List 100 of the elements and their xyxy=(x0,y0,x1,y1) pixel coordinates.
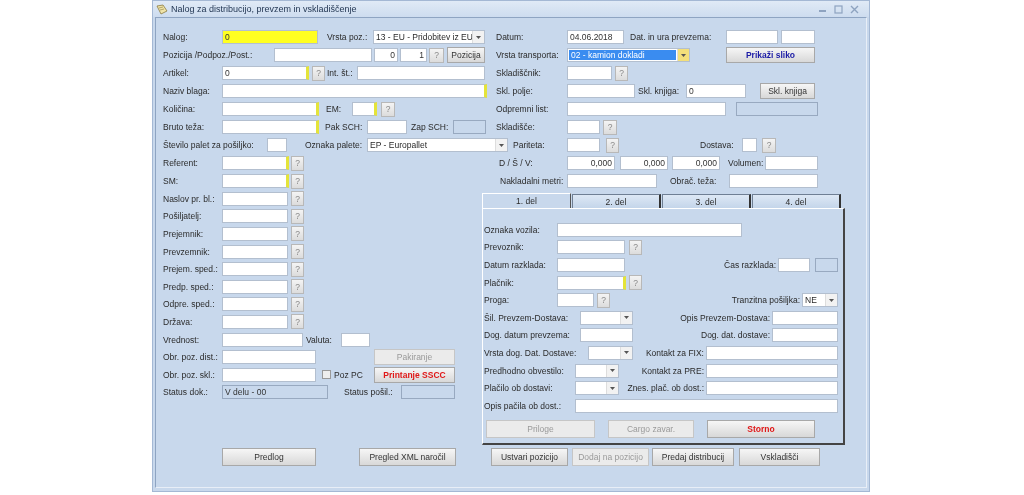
help-button[interactable]: ? xyxy=(291,279,304,295)
text-field[interactable] xyxy=(567,138,600,152)
dropdown-button[interactable] xyxy=(495,139,507,151)
tab[interactable]: 2. del xyxy=(572,194,661,208)
help-button[interactable]: ? xyxy=(291,173,304,189)
button[interactable]: Storno xyxy=(707,419,815,438)
text-field[interactable] xyxy=(706,381,838,396)
dropdown-button[interactable] xyxy=(472,31,484,43)
help-button[interactable]: ? xyxy=(615,65,628,81)
help-button[interactable]: ? xyxy=(291,191,304,207)
help-button[interactable]: ? xyxy=(629,239,642,255)
dropdown[interactable]: 13 - EU - Pridobitev iz EU xyxy=(373,30,485,44)
help-button[interactable]: ? xyxy=(603,119,617,135)
dropdown[interactable]: NE xyxy=(802,293,838,308)
text-field[interactable] xyxy=(772,310,838,325)
text-field[interactable] xyxy=(706,363,838,378)
text-field[interactable] xyxy=(222,209,288,224)
text-field[interactable] xyxy=(557,240,625,255)
dropdown-button[interactable] xyxy=(677,49,689,61)
button[interactable]: Pregled XML naročil xyxy=(359,447,456,466)
text-field[interactable] xyxy=(222,191,288,206)
dropdown-button[interactable] xyxy=(606,364,618,377)
text-field[interactable] xyxy=(222,84,487,98)
text-field[interactable]: 0 xyxy=(222,66,309,80)
button[interactable]: Pozicija xyxy=(447,47,485,63)
text-field[interactable] xyxy=(222,227,288,241)
help-button[interactable]: ? xyxy=(381,101,395,117)
text-field[interactable]: 0,000 xyxy=(567,156,615,170)
close-icon[interactable] xyxy=(850,4,859,14)
text-field[interactable] xyxy=(557,222,742,237)
text-field[interactable] xyxy=(557,275,626,290)
text-field[interactable] xyxy=(726,30,778,44)
maximize-icon[interactable] xyxy=(834,4,843,14)
text-field[interactable] xyxy=(567,120,600,134)
tab[interactable]: 1. del xyxy=(482,193,571,208)
button[interactable]: Predaj distribucij xyxy=(652,447,734,466)
text-field[interactable]: 0,000 xyxy=(672,156,720,170)
text-field[interactable] xyxy=(222,244,288,259)
help-button[interactable]: ? xyxy=(429,47,444,63)
help-button[interactable]: ? xyxy=(291,244,304,260)
checkbox[interactable]: Poz PC xyxy=(322,369,370,380)
button[interactable]: Predlog xyxy=(222,447,316,466)
text-field[interactable] xyxy=(267,138,287,152)
text-field[interactable] xyxy=(580,328,633,343)
text-field[interactable]: 0 xyxy=(686,84,746,98)
help-button[interactable]: ? xyxy=(597,292,610,308)
text-field[interactable] xyxy=(772,328,838,343)
dropdown-button[interactable] xyxy=(620,311,632,324)
tab[interactable]: 3. del xyxy=(662,194,751,208)
text-field[interactable] xyxy=(567,84,635,98)
text-field[interactable] xyxy=(729,174,818,188)
dropdown[interactable]: EP - Europallet xyxy=(367,138,508,152)
help-button[interactable]: ? xyxy=(291,296,304,312)
button[interactable]: Ustvari pozicijo xyxy=(491,447,568,466)
text-field[interactable] xyxy=(222,350,316,365)
text-field[interactable]: 0 xyxy=(374,48,398,62)
text-field[interactable] xyxy=(222,332,303,347)
button[interactable]: Skl. knjiga xyxy=(760,83,815,99)
text-field[interactable] xyxy=(222,262,288,277)
text-field[interactable] xyxy=(222,367,316,382)
help-button[interactable]: ? xyxy=(291,226,304,242)
text-field[interactable] xyxy=(357,66,485,80)
text-field[interactable]: 04.06.2018 xyxy=(567,30,624,44)
text-field[interactable] xyxy=(765,156,818,170)
button[interactable]: Prikaži sliko xyxy=(726,47,815,63)
dropdown-button[interactable] xyxy=(620,346,632,359)
text-field[interactable] xyxy=(352,102,377,116)
tab[interactable]: 4. del xyxy=(752,194,841,208)
help-button[interactable]: ? xyxy=(629,275,642,291)
help-button[interactable]: ? xyxy=(312,65,325,81)
text-field[interactable] xyxy=(367,120,407,134)
text-field[interactable] xyxy=(778,258,810,272)
help-button[interactable]: ? xyxy=(291,261,304,277)
help-button[interactable]: ? xyxy=(291,208,304,224)
dropdown[interactable]: 02 - kamion dokladi xyxy=(567,48,690,62)
text-field[interactable] xyxy=(575,398,838,413)
text-field[interactable] xyxy=(567,174,657,188)
text-field[interactable] xyxy=(222,120,319,134)
text-field[interactable]: 0,000 xyxy=(620,156,668,170)
text-field[interactable] xyxy=(742,138,757,152)
text-field[interactable] xyxy=(274,48,372,62)
text-field[interactable] xyxy=(222,102,319,116)
button[interactable]: Printanje SSCC xyxy=(374,366,455,383)
help-button[interactable]: ? xyxy=(291,155,304,171)
button[interactable]: Vskladišči xyxy=(739,447,820,466)
help-button[interactable]: ? xyxy=(291,314,304,330)
dropdown-button[interactable] xyxy=(606,382,618,395)
help-button[interactable]: ? xyxy=(606,137,619,153)
text-field[interactable] xyxy=(781,30,815,44)
help-button[interactable]: ? xyxy=(762,137,776,153)
text-field[interactable] xyxy=(567,66,612,80)
text-field[interactable]: 0 xyxy=(222,30,318,44)
text-field[interactable] xyxy=(222,314,288,329)
text-field[interactable] xyxy=(222,156,289,170)
text-field[interactable] xyxy=(557,293,594,308)
text-field[interactable] xyxy=(557,258,625,272)
text-field[interactable] xyxy=(341,332,370,347)
text-field[interactable] xyxy=(222,174,289,188)
text-field[interactable] xyxy=(567,102,726,116)
text-field[interactable] xyxy=(222,279,288,294)
